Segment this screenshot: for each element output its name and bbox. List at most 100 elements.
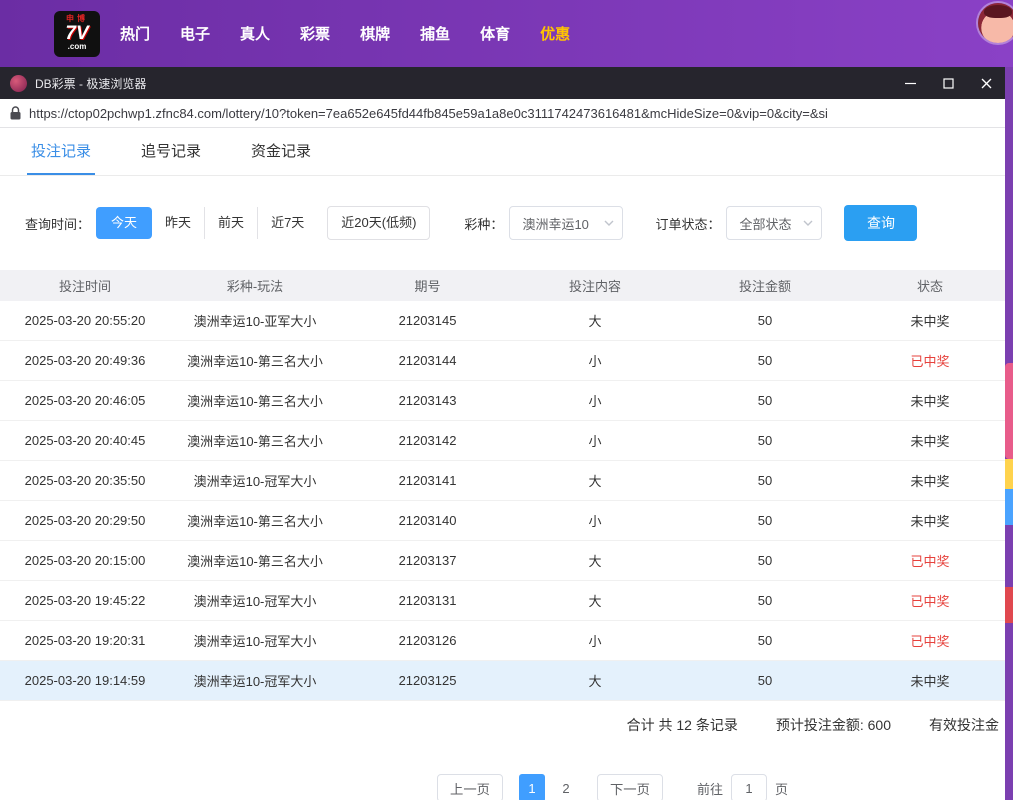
time-filter-label: 查询时间： [25, 214, 90, 233]
goto-label: 前往 [697, 779, 723, 798]
lock-icon [10, 106, 21, 120]
lottery-filter-label: 彩种： [464, 214, 503, 233]
tab-1[interactable]: 投注记录 [27, 140, 95, 175]
table-row[interactable]: 2025-03-20 20:49:36 澳洲幸运10-第三名大小 2120314… [0, 341, 1005, 381]
valid-amount-text: 有效投注金 [929, 715, 999, 735]
table-row[interactable]: 2025-03-20 19:45:22 澳洲幸运10-冠军大小 21203131… [0, 581, 1005, 621]
cell-bet-time: 2025-03-20 20:55:20 [0, 313, 170, 328]
cell-bet-content: 大 [515, 551, 675, 570]
table-row[interactable]: 2025-03-20 20:40:45 澳洲幸运10-第三名大小 2120314… [0, 421, 1005, 461]
window-title: DB彩票 - 极速浏览器 [35, 75, 146, 92]
top-nav-item[interactable]: 热门 [120, 23, 150, 44]
top-nav-item[interactable]: 优惠 [540, 23, 570, 44]
cell-status: 未中奖 [855, 471, 1005, 490]
time-filter-option[interactable]: 前天 [204, 207, 257, 239]
cell-bet-amount: 50 [675, 353, 855, 368]
cell-issue-number: 21203137 [340, 553, 515, 568]
site-logo[interactable]: 申博 7V .com [54, 11, 100, 57]
cell-game-play: 澳洲幸运10-第三名大小 [170, 431, 340, 450]
cell-status: 已中奖 [855, 631, 1005, 650]
table-row[interactable]: 2025-03-20 20:15:00 澳洲幸运10-第三名大小 2120313… [0, 541, 1005, 581]
table-header-row: 投注时间彩种-玩法期号投注内容投注金额状态 [0, 270, 1005, 301]
tab-3[interactable]: 资金记录 [247, 140, 315, 175]
cell-game-play: 澳洲幸运10-第三名大小 [170, 511, 340, 530]
cell-game-play: 澳洲幸运10-冠军大小 [170, 471, 340, 490]
lottery-select[interactable]: 澳洲幸运10 [509, 206, 623, 240]
table-row[interactable]: 2025-03-20 20:29:50 澳洲幸运10-第三名大小 2120314… [0, 501, 1005, 541]
cell-status: 未中奖 [855, 511, 1005, 530]
cell-bet-amount: 50 [675, 513, 855, 528]
top-nav-item[interactable]: 体育 [480, 23, 510, 44]
top-nav-item[interactable]: 真人 [240, 23, 270, 44]
table-header-cell: 投注内容 [515, 276, 675, 295]
app-icon [10, 75, 27, 92]
cell-status: 未中奖 [855, 431, 1005, 450]
minimize-button[interactable] [891, 67, 929, 99]
cell-game-play: 澳洲幸运10-第三名大小 [170, 351, 340, 370]
cell-bet-content: 大 [515, 591, 675, 610]
close-icon [981, 78, 992, 89]
cell-bet-time: 2025-03-20 19:45:22 [0, 593, 170, 608]
expected-amount-text: 预计投注金额: 600 [776, 715, 891, 735]
order-status-select[interactable]: 全部状态 [726, 206, 822, 240]
top-nav: 热门 电子 真人 彩票 棋牌 捕鱼 体育 优惠 [120, 23, 570, 44]
cell-game-play: 澳洲幸运10-第三名大小 [170, 391, 340, 410]
decor-blob [1005, 459, 1013, 489]
maximize-button[interactable] [929, 67, 967, 99]
table-header-cell: 投注时间 [0, 276, 170, 295]
summary-bar: 合计 共 12 条记录 预计投注金额: 600 有效投注金 [0, 711, 1005, 739]
table-row[interactable]: 2025-03-20 19:14:59 澳洲幸运10-冠军大小 21203125… [0, 661, 1005, 701]
page-number[interactable]: 1 [519, 774, 545, 800]
logo-main-text: 7V [65, 24, 88, 44]
top-nav-item[interactable]: 彩票 [300, 23, 330, 44]
cell-game-play: 澳洲幸运10-冠军大小 [170, 631, 340, 650]
time-filter-option[interactable]: 昨天 [152, 207, 204, 239]
next-page-button[interactable]: 下一页 [597, 774, 663, 800]
cell-issue-number: 21203125 [340, 673, 515, 688]
user-avatar[interactable] [978, 3, 1013, 43]
decor-blob [1005, 489, 1013, 525]
cell-issue-number: 21203131 [340, 593, 515, 608]
tab-bar: 投注记录 追号记录 资金记录 [0, 128, 1005, 176]
filter-bar: 查询时间： 今天昨天前天近7天近20天(低频) 彩种： 澳洲幸运10 订单状态：… [25, 205, 1005, 241]
chevron-down-icon [604, 220, 614, 226]
time-filter-option[interactable]: 近20天(低频) [327, 206, 430, 240]
time-filter-option[interactable]: 近7天 [257, 207, 317, 239]
page-unit-label: 页 [775, 779, 788, 798]
search-button[interactable]: 查询 [844, 205, 917, 241]
table-row[interactable]: 2025-03-20 20:46:05 澳洲幸运10-第三名大小 2120314… [0, 381, 1005, 421]
cell-bet-amount: 50 [675, 673, 855, 688]
site-top-bar: 申博 7V .com 热门 电子 真人 彩票 棋牌 捕鱼 体育 优惠 [0, 0, 1013, 67]
table-row[interactable]: 2025-03-20 20:55:20 澳洲幸运10-亚军大小 21203145… [0, 301, 1005, 341]
cell-issue-number: 21203142 [340, 433, 515, 448]
cell-game-play: 澳洲幸运10-亚军大小 [170, 311, 340, 330]
cell-bet-time: 2025-03-20 19:20:31 [0, 633, 170, 648]
cell-bet-amount: 50 [675, 433, 855, 448]
cell-issue-number: 21203143 [340, 393, 515, 408]
cell-bet-content: 大 [515, 311, 675, 330]
cell-status: 已中奖 [855, 351, 1005, 370]
top-nav-item[interactable]: 棋牌 [360, 23, 390, 44]
prev-page-button[interactable]: 上一页 [437, 774, 503, 800]
table-header-cell: 状态 [855, 276, 1005, 295]
top-nav-item[interactable]: 电子 [180, 23, 210, 44]
cell-issue-number: 21203140 [340, 513, 515, 528]
cell-status: 未中奖 [855, 391, 1005, 410]
cell-status: 未中奖 [855, 311, 1005, 330]
top-nav-item[interactable]: 捕鱼 [420, 23, 450, 44]
table-header-cell: 投注金额 [675, 276, 855, 295]
time-filter-option[interactable]: 今天 [96, 207, 152, 239]
close-button[interactable] [967, 67, 1005, 99]
page-number[interactable]: 2 [553, 774, 579, 800]
page-numbers: 12 [519, 774, 579, 800]
goto-page-input[interactable] [731, 774, 767, 800]
address-bar[interactable]: https://ctop02pchwp1.zfnc84.com/lottery/… [0, 99, 1005, 128]
table-row[interactable]: 2025-03-20 20:35:50 澳洲幸运10-冠军大小 21203141… [0, 461, 1005, 501]
table-row[interactable]: 2025-03-20 19:20:31 澳洲幸运10-冠军大小 21203126… [0, 621, 1005, 661]
cell-status: 已中奖 [855, 591, 1005, 610]
tab-2[interactable]: 追号记录 [137, 140, 205, 175]
cell-game-play: 澳洲幸运10-冠军大小 [170, 671, 340, 690]
goto-page: 前往 页 [697, 774, 788, 800]
decor-blob [1005, 363, 1013, 459]
cell-issue-number: 21203144 [340, 353, 515, 368]
